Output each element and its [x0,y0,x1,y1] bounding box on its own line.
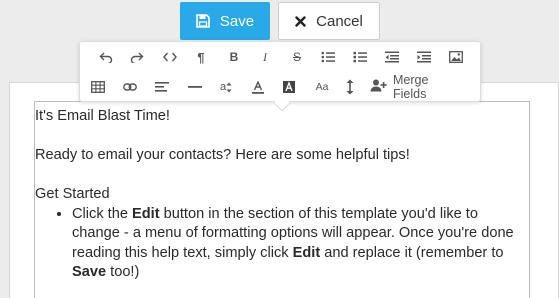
list-item: Click the Edit button in the section of … [72,205,529,283]
merge-fields-icon [370,79,387,95]
link-icon[interactable] [117,73,143,101]
save-button-label: Save [219,12,255,30]
italic-icon[interactable]: I [252,43,278,71]
format-case-icon[interactable]: Aa [309,73,335,101]
horizontal-rule-icon[interactable] [182,73,208,101]
indent-icon[interactable] [411,43,437,71]
code-icon[interactable] [157,43,183,71]
merge-fields-label: Merge Fields [393,73,429,101]
cancel-button-label: Cancel [316,12,363,30]
bold-icon[interactable]: B [221,43,247,71]
redo-icon[interactable] [124,43,150,71]
section-heading: Get Started [35,186,110,202]
template-card: It's Email Blast Time! Ready to email yo… [9,82,559,298]
strikethrough-icon[interactable]: S [284,43,310,71]
image-icon[interactable] [443,43,469,71]
table-icon[interactable] [85,73,111,101]
floppy-disk-icon [196,14,210,28]
close-icon [295,15,306,27]
merge-fields-button[interactable]: Merge Fields [370,73,428,101]
font-size-icon[interactable]: a [213,73,239,101]
formatting-toolbar: ¶ B I S a Aa Merge Fields [79,41,481,112]
line-height-icon[interactable] [337,73,363,101]
background-color-icon[interactable] [276,73,302,101]
outdent-icon[interactable] [379,43,405,71]
undo-icon[interactable] [93,43,119,71]
cancel-button[interactable]: Cancel [278,2,380,40]
rich-text-editor-area[interactable]: It's Email Blast Time! Ready to email yo… [34,101,530,298]
email-template-editor: It's Email Blast Time! Ready to email yo… [0,0,559,298]
unordered-list-icon[interactable] [315,43,341,71]
align-icon[interactable] [149,73,175,101]
paragraph-icon[interactable]: ¶ [188,43,214,71]
save-button[interactable]: Save [180,2,270,40]
ordered-list-icon[interactable] [347,43,373,71]
tips-list: Click the Edit button in the section of … [35,205,529,283]
intro-text: Ready to email your contacts? Here are s… [35,147,410,163]
font-color-icon[interactable] [245,73,271,101]
